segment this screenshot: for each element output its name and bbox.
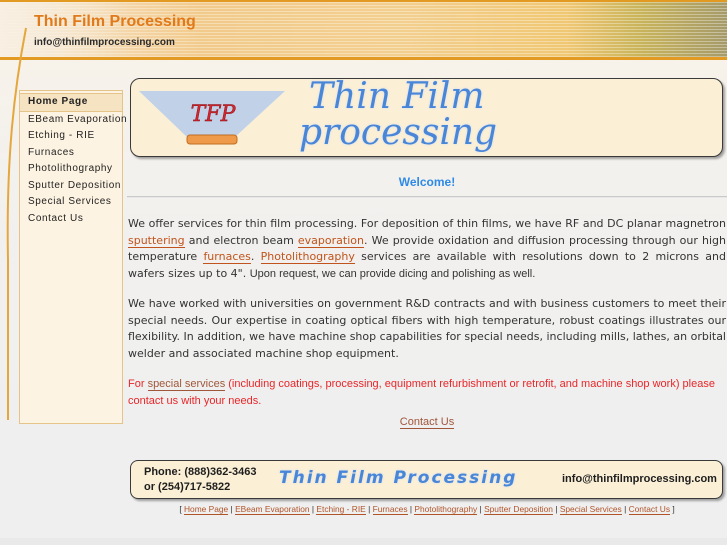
text: For <box>128 378 148 390</box>
separator: | <box>368 504 371 514</box>
experience-paragraph: We have worked with universities on gove… <box>128 297 726 360</box>
text: and electron beam <box>184 233 298 247</box>
logo-wordmark: Thin Film processing <box>299 79 719 151</box>
footer-link-furnaces[interactable]: Furnaces <box>372 504 408 515</box>
footer-phone: Phone: (888)362-3463 or (254)717-5822 <box>144 465 257 495</box>
tfp-logo-icon: TFP <box>139 91 285 145</box>
footer-strip <box>0 538 727 545</box>
text: We offer services for thin film processi… <box>128 217 726 230</box>
sidebar-item-special-services[interactable]: Special Services <box>20 194 122 211</box>
sidebar-item-home-page[interactable]: Home Page <box>20 93 122 112</box>
header-banner: Thin Film Processing info@thinfilmproces… <box>0 0 727 60</box>
site-title: Thin Film Processing <box>34 13 196 30</box>
text: Upon request, we can provide dicing and … <box>249 267 536 280</box>
sidebar-item-etching-rie[interactable]: Etching - RIE <box>20 128 122 145</box>
phone-secondary: or (254)717-5822 <box>144 481 231 493</box>
footer-link-home-page[interactable]: Home Page <box>183 504 229 515</box>
special-services-notice: For special services (including coatings… <box>128 376 726 409</box>
text: . <box>250 250 261 263</box>
divider <box>127 196 727 198</box>
bracket: ] <box>672 504 675 514</box>
footer-link-ebeam-evaporation[interactable]: EBeam Evaporation <box>235 504 310 515</box>
footer-link-sputter-deposition[interactable]: Sputter Deposition <box>484 504 553 515</box>
footer-link-contact-us[interactable]: Contact Us <box>628 504 671 515</box>
footer-nav: [ Home Page | EBeam Evaporation | Etchin… <box>127 504 727 515</box>
link-furnaces[interactable]: furnaces <box>203 250 251 264</box>
separator: | <box>230 504 233 514</box>
phone-primary: Phone: (888)362-3463 <box>144 466 257 478</box>
sidebar-nav: Home Page EBeam Evaporation Etching - RI… <box>19 90 127 424</box>
sidebar-item-furnaces[interactable]: Furnaces <box>20 145 122 162</box>
separator: | <box>555 504 558 514</box>
contact-us-link[interactable]: Contact Us <box>399 416 455 429</box>
separator: | <box>409 504 413 514</box>
logo-line2: processing <box>299 112 498 153</box>
intro-paragraph: We offer services for thin film processi… <box>128 216 726 282</box>
footer-link-photolithography[interactable]: Photolithography <box>414 504 478 515</box>
sidebar-item-sputter-deposition[interactable]: Sputter Deposition <box>20 178 122 195</box>
separator: | <box>311 504 315 514</box>
bracket: [ <box>179 504 182 514</box>
logo-line1: Thin Film <box>309 78 485 117</box>
footer-brand: Thin Film Processing <box>279 468 518 488</box>
link-special-services[interactable]: special services <box>147 378 226 391</box>
welcome-heading: Welcome! <box>398 175 456 189</box>
sidebar-item-photolithography[interactable]: Photolithography <box>20 161 122 178</box>
main-content: We offer services for thin film processi… <box>128 216 726 423</box>
footer-link-special-services[interactable]: Special Services <box>559 504 622 515</box>
separator: | <box>624 504 627 514</box>
footer-email: info@thinfilmprocessing.com <box>562 473 717 485</box>
sidebar-item-ebeam-evaporation[interactable]: EBeam Evaporation <box>20 112 127 129</box>
separator: | <box>479 504 482 514</box>
contact-us-link-wrap: Contact Us <box>127 416 727 429</box>
logo-banner: TFP Thin Film processing <box>130 78 723 157</box>
link-sputtering[interactable]: sputtering <box>128 233 185 248</box>
sidebar-item-contact-us[interactable]: Contact Us <box>20 211 122 228</box>
header-email: info@thinfilmprocessing.com <box>34 37 175 48</box>
link-evaporation[interactable]: evaporation <box>297 233 364 248</box>
link-photolithography[interactable]: Photolithography <box>260 250 355 264</box>
logo-monogram: TFP <box>191 102 237 127</box>
footer-link-etching-rie[interactable]: Etching - RIE <box>316 504 366 515</box>
footer-banner: Phone: (888)362-3463 or (254)717-5822 Th… <box>130 460 723 499</box>
